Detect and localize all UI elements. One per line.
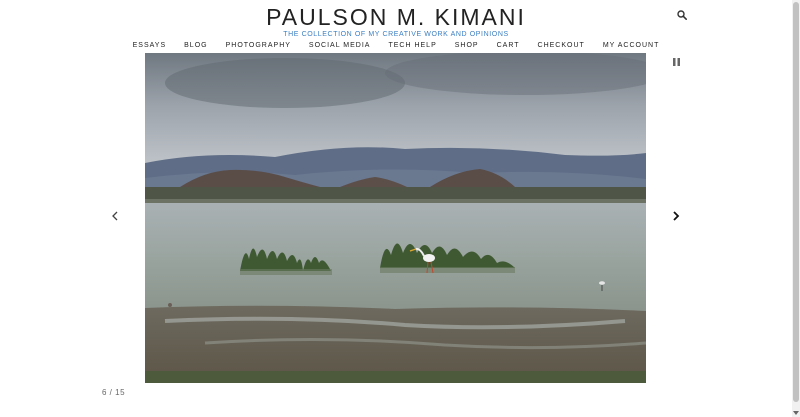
slide-counter: 6 / 15 <box>102 388 126 397</box>
lake-photo <box>145 53 646 383</box>
pause-icon <box>672 58 680 66</box>
page-scrollbar[interactable] <box>792 0 800 417</box>
nav-item-tech-help[interactable]: TECH HELP <box>379 40 445 52</box>
scroll-down-arrow-icon[interactable] <box>793 410 799 416</box>
slideshow-image <box>145 53 646 383</box>
next-slide-button[interactable] <box>669 209 683 223</box>
nav-item-cart[interactable]: CART <box>488 40 529 52</box>
nav-item-checkout[interactable]: CHECKOUT <box>529 40 594 52</box>
site-tagline: THE COLLECTION OF MY CREATIVE WORK AND O… <box>283 31 509 38</box>
previous-slide-button[interactable] <box>108 209 122 223</box>
nav-item-essays[interactable]: ESSAYS <box>124 40 176 52</box>
nav-item-my-account[interactable]: MY ACCOUNT <box>594 40 669 52</box>
site-title[interactable]: PAULSON M. KIMANI <box>0 4 792 31</box>
nav-item-photography[interactable]: PHOTOGRAPHY <box>217 40 300 52</box>
search-button[interactable] <box>676 9 688 21</box>
chevron-left-icon <box>112 211 118 221</box>
nav-item-social-media[interactable]: SOCIAL MEDIA <box>300 40 380 52</box>
nav-item-shop[interactable]: SHOP <box>446 40 488 52</box>
main-nav: ESSAYS BLOG PHOTOGRAPHY SOCIAL MEDIA TEC… <box>0 40 792 52</box>
chevron-right-icon <box>673 211 680 221</box>
nav-item-blog[interactable]: BLOG <box>175 40 216 52</box>
pause-slideshow-button[interactable] <box>670 56 682 68</box>
scrollbar-thumb[interactable] <box>793 2 799 402</box>
search-icon <box>677 10 687 20</box>
